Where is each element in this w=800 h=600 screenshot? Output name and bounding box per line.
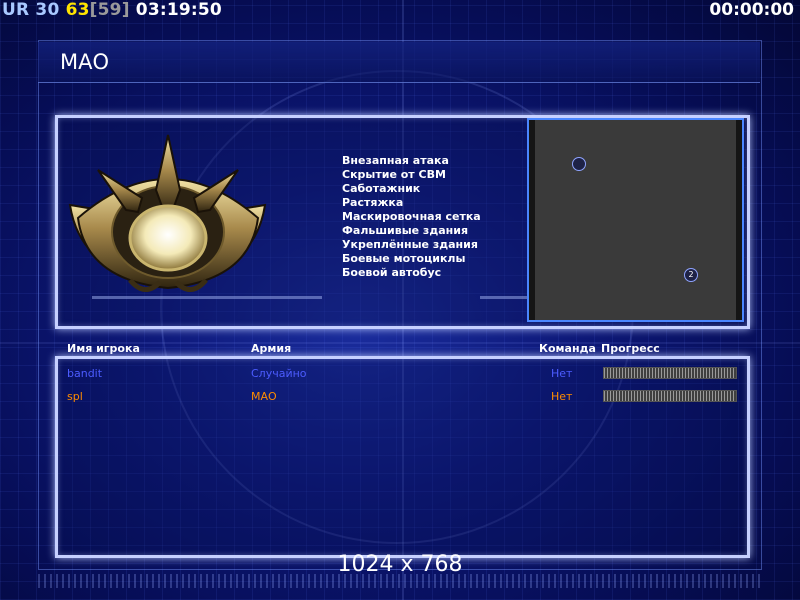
player-team: Нет bbox=[551, 367, 573, 380]
column-header-player: Имя игрока bbox=[67, 342, 140, 355]
upgrade-item: Внезапная атака bbox=[342, 154, 449, 167]
upgrade-list: Внезапная атака Скрытие от СВМ Саботажни… bbox=[342, 154, 481, 280]
hud-number-b: 63 bbox=[65, 0, 90, 20]
page-title: МАО bbox=[60, 50, 110, 74]
hud-number-a: 30 bbox=[35, 0, 60, 20]
upgrade-item: Растяжка bbox=[342, 196, 404, 209]
player-progress-bar bbox=[603, 390, 737, 402]
player-army: МАО bbox=[251, 390, 277, 403]
column-header-progress: Прогресс bbox=[601, 342, 660, 355]
player-team: Нет bbox=[551, 390, 573, 403]
upgrade-item: Фальшивые здания bbox=[342, 224, 469, 237]
player-name: bandit bbox=[67, 367, 103, 380]
upgrade-item: Боевой автобус bbox=[342, 266, 442, 279]
player-progress-bar bbox=[603, 367, 737, 379]
upgrade-item: Боевые мотоциклы bbox=[342, 252, 466, 265]
hud-prefix: UR bbox=[2, 0, 30, 20]
player-list-panel bbox=[55, 356, 750, 558]
minimap[interactable]: 2 bbox=[527, 118, 744, 322]
column-header-army: Армия bbox=[251, 342, 292, 355]
bottom-decor-strip bbox=[38, 574, 760, 588]
hud-clock: 03:19:50 bbox=[135, 0, 222, 20]
upgrade-item: Маскировочная сетка bbox=[342, 210, 481, 223]
player-name: spl bbox=[67, 390, 83, 403]
divider-line-right bbox=[480, 296, 528, 299]
upgrade-item: Скрытие от СВМ bbox=[342, 168, 446, 181]
column-header-team: Команда bbox=[539, 342, 596, 355]
hud-number-c: [59] bbox=[89, 0, 130, 20]
minimap-border-right bbox=[736, 120, 742, 320]
faction-emblem-icon bbox=[68, 134, 267, 292]
title-bar bbox=[38, 42, 760, 83]
start-position-2[interactable]: 2 bbox=[684, 268, 698, 282]
upgrade-item: Саботажник bbox=[342, 182, 421, 195]
start-position-1[interactable] bbox=[572, 157, 586, 171]
hud-timer: 00:00:00 bbox=[709, 0, 794, 20]
player-army: Случайно bbox=[251, 367, 307, 380]
upgrade-item: Укреплённые здания bbox=[342, 238, 478, 251]
hud-stats: UR 30 63[59] 03:19:50 bbox=[2, 0, 222, 20]
minimap-border-left bbox=[529, 120, 535, 320]
